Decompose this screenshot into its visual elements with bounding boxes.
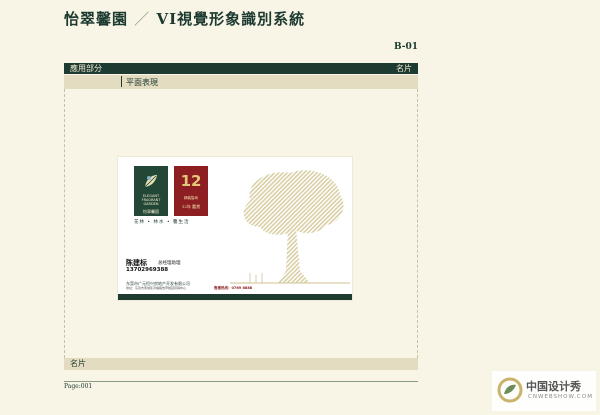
footer-divider: [64, 381, 418, 382]
logo-english-text: ELEGANT FRAGRANT GARDEN: [141, 194, 161, 206]
anniversary-line-1: 精裝智尚: [184, 196, 198, 200]
brand-logo-green: ELEGANT FRAGRANT GARDEN 怡翠馨園: [134, 166, 168, 216]
section-right-label: 名片: [396, 64, 412, 73]
card-hotline: 售楼热线：0769 8888: [214, 286, 253, 290]
anniversary-number: 12: [180, 172, 202, 190]
system-title: VI視覺形象識別系統: [156, 10, 306, 28]
subtitle-label: 平面表現: [126, 78, 158, 87]
section-bar: 應用部分 名片: [64, 63, 418, 74]
section-left-label: 應用部分: [70, 64, 102, 73]
business-card: ELEGANT FRAGRANT GARDEN 怡翠馨園 12 精裝智尚 12年…: [118, 157, 352, 300]
anniversary-line-2: 12年 鑑賞: [181, 204, 201, 209]
leaf-logo-icon: [144, 175, 157, 188]
subtitle-divider: [121, 76, 122, 87]
card-bottom-stripe: [118, 294, 352, 300]
logo-chinese-text: 怡翠馨園: [143, 209, 159, 214]
anniversary-logo: 12 精裝智尚 12年 鑑賞: [174, 166, 208, 216]
page-code: B-01: [393, 42, 418, 52]
watermark-english: CNWEBSHOW.COM: [528, 394, 593, 400]
watermark-chinese: 中国设计秀: [526, 380, 581, 393]
tree-illustration-icon: [230, 170, 350, 284]
title-separator: ／: [134, 10, 151, 28]
brand-name: 怡翠馨園: [64, 10, 129, 28]
card-tagline: 花林 • 林水 • 馨生活: [134, 220, 190, 225]
card-address: 地址：东莞市南城区鸿福路怡翠馨园营销中心: [126, 286, 187, 290]
page-number: Page:001: [64, 383, 93, 390]
subtitle-row: 平面表現: [64, 75, 418, 89]
site-watermark: 中国设计秀 CNWEBSHOW.COM: [492, 371, 596, 411]
watermark-logo-icon: [497, 377, 523, 403]
brand-title: 怡翠馨園 ／ VI視覺形象識別系統: [64, 8, 305, 29]
card-phone: 13702969388: [126, 267, 169, 273]
vi-manual-page: 怡翠馨園 ／ VI視覺形象識別系統 B-01 應用部分 名片 平面表現 ELEG…: [0, 0, 600, 415]
card-person-title: 总经理助理: [158, 261, 181, 266]
footer-bar: 名片: [64, 358, 418, 370]
